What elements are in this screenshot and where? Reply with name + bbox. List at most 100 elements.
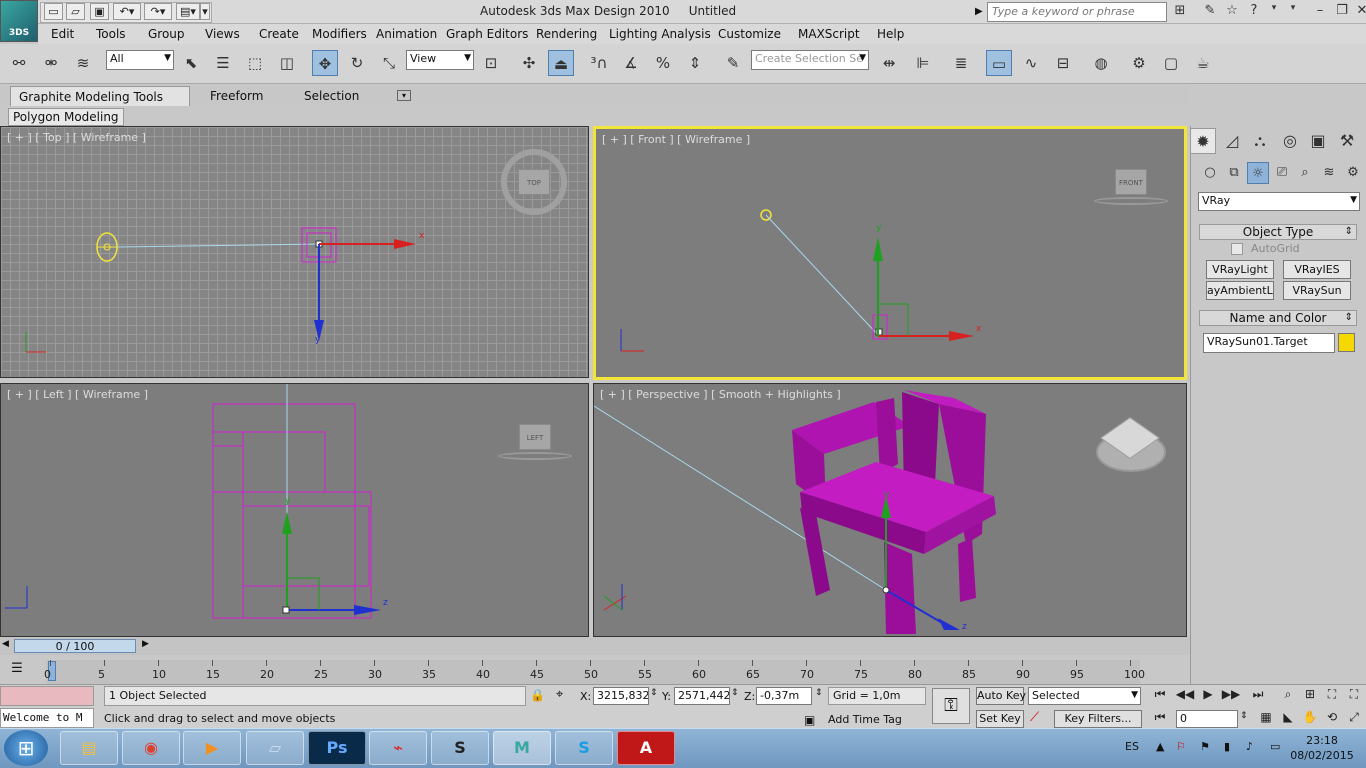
maxscript-listener[interactable]: Welcome to M (0, 708, 94, 728)
maxscript-listener-pink[interactable] (0, 686, 94, 706)
taskbar-notes-icon[interactable]: ▱ (246, 731, 304, 765)
taskbar-chrome-icon[interactable]: ◉ (122, 731, 180, 765)
ribbon-options-icon[interactable]: ▾ (397, 90, 411, 101)
minimize-icon[interactable]: – (1310, 3, 1330, 21)
percent-snap-icon[interactable]: % (650, 50, 676, 76)
systems-icon[interactable]: ⚙ (1342, 162, 1364, 184)
edit-named-selection-icon[interactable]: ✎ (720, 50, 746, 76)
display-tab-icon[interactable]: ▣ (1305, 128, 1331, 154)
search-expand-icon[interactable]: ▶ (975, 2, 987, 22)
x-coordinate-input[interactable]: 3215,832n (593, 687, 649, 705)
menu-create[interactable]: Create (259, 27, 299, 41)
vraylight-button[interactable]: VRayLight (1206, 260, 1274, 279)
pan-view-icon[interactable]: ✋ (1300, 710, 1320, 728)
menu-tools[interactable]: Tools (96, 27, 126, 41)
y-spinner-icon[interactable]: ⇕ (731, 688, 739, 698)
curve-editor-icon[interactable]: ∿ (1018, 50, 1044, 76)
menu-lighting-analysis[interactable]: Lighting Analysis (609, 27, 711, 41)
zoom-extents-all-icon[interactable]: ⛶ (1344, 687, 1364, 705)
tab-selection[interactable]: Selection (296, 86, 367, 106)
vrayambientlight-button[interactable]: ayAmbientLig (1206, 281, 1274, 300)
tray-show-hidden-icon[interactable]: ▲ (1156, 740, 1164, 753)
material-editor-icon[interactable]: ◍ (1088, 50, 1114, 76)
search-input[interactable]: Type a keyword or phrase (987, 2, 1167, 22)
z-coordinate-input[interactable]: -0,37m (756, 687, 812, 705)
mirror-icon[interactable]: ⇹ (876, 50, 902, 76)
snaps-toggle-icon[interactable]: ³∩ (586, 50, 612, 76)
tray-network-icon[interactable]: ⚐ (1176, 740, 1186, 753)
bind-space-warp-icon[interactable]: ≋ (70, 50, 96, 76)
taskbar-explorer-icon[interactable]: ▤ (60, 731, 118, 765)
reference-coordinate-dropdown[interactable]: View ▼ (406, 50, 474, 70)
keyboard-shortcut-override-icon[interactable]: ⏏ (548, 50, 574, 76)
viewport-front[interactable]: [ + ] [ Front ] [ Wireframe ] FRONT x y (593, 126, 1187, 380)
zoom-extents-icon[interactable]: ⛶ (1322, 687, 1342, 705)
taskbar-3dsmax-icon[interactable]: M (493, 731, 551, 765)
menu-rendering[interactable]: Rendering (536, 27, 597, 41)
undo-icon[interactable]: ↶▾ (113, 3, 141, 20)
favorites-star-icon[interactable]: ☆ (1222, 3, 1242, 21)
redo-icon[interactable]: ↷▾ (144, 3, 172, 20)
graphite-toggle-icon[interactable]: ▭ (986, 50, 1012, 76)
menu-views[interactable]: Views (205, 27, 240, 41)
previous-frame-icon[interactable]: ◀◀ (1175, 687, 1195, 705)
vrayies-button[interactable]: VRayIES (1283, 260, 1351, 279)
viewport-left[interactable]: [ + ] [ Left ] [ Wireframe ] LEFT z y (0, 383, 589, 637)
render-teapot-icon[interactable]: ☕ (1190, 50, 1216, 76)
space-warps-icon[interactable]: ≋ (1318, 162, 1340, 184)
time-configuration-icon[interactable]: ▦ (1256, 710, 1276, 728)
select-and-manipulate-icon[interactable]: ✣ (516, 50, 542, 76)
menu-customize[interactable]: Customize (718, 27, 781, 41)
geometry-icon[interactable]: ○ (1199, 162, 1221, 184)
helpers-icon[interactable]: ⌕ (1294, 162, 1316, 184)
restore-icon[interactable]: ❐ (1332, 3, 1352, 21)
select-and-move-icon[interactable]: ✥ (312, 50, 338, 76)
next-frame-icon[interactable]: ▶▶ (1221, 687, 1241, 705)
current-frame-input[interactable]: 0 (1176, 710, 1238, 728)
y-coordinate-input[interactable]: 2571,442n (674, 687, 730, 705)
taskbar-sketchup-icon[interactable]: S (431, 731, 489, 765)
help-dropdown-icon[interactable]: ▾ (1264, 3, 1284, 21)
layer-manager-icon[interactable]: ≣ (948, 50, 974, 76)
select-and-link-icon[interactable]: ⚯ (6, 50, 32, 76)
play-icon[interactable]: ▶ (1198, 687, 1218, 705)
qat-dropdown-icon[interactable]: ▾ (200, 3, 210, 20)
taskbar-skype-icon[interactable]: S (555, 731, 613, 765)
tray-clock[interactable]: 23:18 08/02/2015 (1290, 733, 1354, 763)
object-name-input[interactable]: VRaySun01.Target (1203, 333, 1335, 353)
rollout-name-and-color[interactable]: Name and Color ⇕ (1199, 310, 1357, 326)
tray-language[interactable]: ES (1125, 740, 1139, 753)
go-to-start-icon[interactable]: ⏮ (1150, 687, 1170, 705)
close-icon[interactable]: ✕ (1352, 3, 1366, 21)
menu-animation[interactable]: Animation (376, 27, 437, 41)
key-filters-button[interactable]: Key Filters... (1054, 710, 1142, 728)
unlink-icon[interactable]: ⚮ (38, 50, 64, 76)
field-of-view-icon[interactable]: ◣ (1278, 710, 1298, 728)
go-to-end-icon[interactable]: ⏭ (1248, 687, 1268, 705)
menu-modifiers[interactable]: Modifiers (312, 27, 367, 41)
auto-key-button[interactable]: Auto Key (976, 687, 1026, 705)
app-logo-button[interactable]: 3DS (0, 0, 38, 42)
ribbon-panel-polygon-modeling[interactable]: Polygon Modeling (8, 108, 124, 126)
cameras-icon[interactable]: ⎚ (1271, 162, 1293, 184)
tab-freeform[interactable]: Freeform (202, 86, 271, 106)
taskbar-autocad-icon[interactable]: A (617, 731, 675, 765)
zoom-all-icon[interactable]: ⊞ (1300, 687, 1320, 705)
angle-snap-icon[interactable]: ∡ (618, 50, 644, 76)
set-key-button[interactable]: Set Key (976, 710, 1024, 728)
time-slider-thumb[interactable]: 0 / 100 (14, 639, 136, 653)
taskbar-acrobat-icon[interactable]: ⌁ (369, 731, 427, 765)
set-key-big-icon[interactable]: ⚿ (932, 688, 970, 724)
named-selection-set-input[interactable]: Create Selection Se ▼ (751, 50, 869, 70)
save-file-icon[interactable]: ▣ (90, 3, 109, 20)
absolute-mode-icon[interactable]: ⌖ (556, 687, 563, 702)
rollout-object-type[interactable]: Object Type ⇕ (1199, 224, 1357, 240)
select-by-name-icon[interactable]: ☰ (210, 50, 236, 76)
key-mode-toggle-icon[interactable]: ⏮ (1150, 710, 1170, 728)
utilities-tab-icon[interactable]: ⚒ (1334, 128, 1360, 154)
time-tag-icon[interactable]: ▣ (804, 713, 815, 727)
select-and-rotate-icon[interactable]: ↻ (344, 50, 370, 76)
infocenter-binoculars-icon[interactable]: ⊞ (1170, 3, 1190, 21)
key-tangent-icon[interactable]: ⟋ (1030, 710, 1039, 725)
tab-graphite-modeling-tools[interactable]: Graphite Modeling Tools (10, 86, 190, 106)
